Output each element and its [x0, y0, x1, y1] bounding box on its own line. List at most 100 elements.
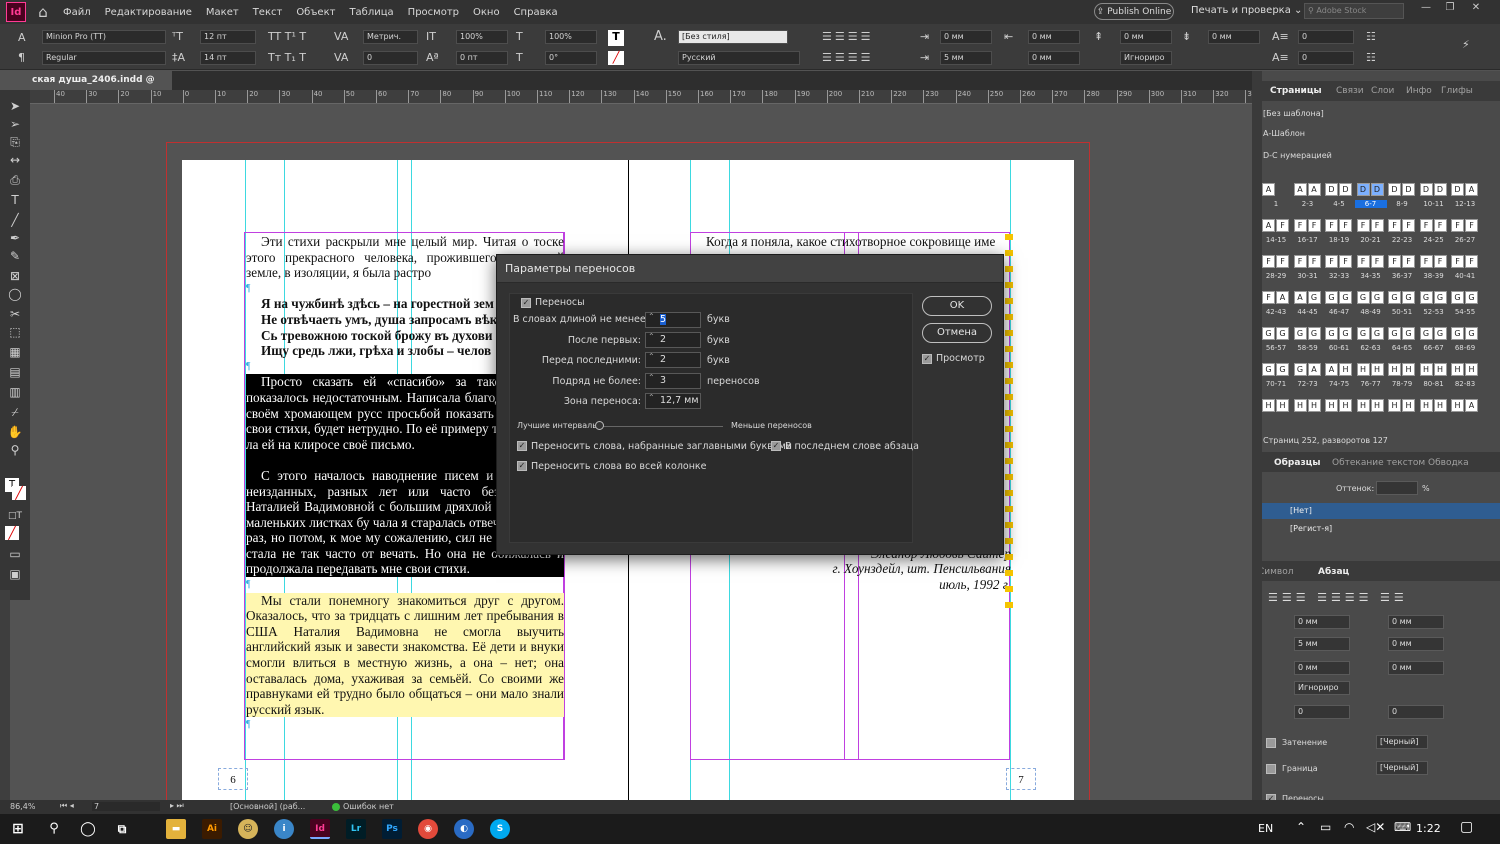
page-thumb-right[interactable]: F [1307, 255, 1321, 268]
hyphenate-checkbox[interactable]: ✓ [521, 298, 531, 308]
paragraph-mode-icon[interactable]: ¶ [18, 51, 25, 65]
preflight-status[interactable]: Ошибок нет [343, 802, 394, 811]
page-thumb-left[interactable]: F [1388, 219, 1401, 232]
page-number-7[interactable]: 7 [1006, 768, 1036, 790]
pen-tool-icon[interactable]: ✒ [5, 230, 25, 246]
page-thumb-right[interactable]: F [1339, 255, 1352, 268]
page-thumb-left[interactable]: F [1419, 219, 1433, 232]
page-thumb-left[interactable]: A [1262, 183, 1275, 196]
page-thumb-right[interactable]: H [1339, 399, 1352, 412]
caps-checkbox[interactable]: ✓ [517, 441, 527, 451]
tab-layers[interactable]: Слои [1371, 86, 1394, 96]
last-indent-field[interactable]: 0 мм [1028, 51, 1080, 65]
scissors-tool-icon[interactable]: ✂ [5, 306, 25, 322]
app-icon[interactable]: ☺ [238, 819, 258, 839]
page-thumb-right[interactable]: D [1370, 183, 1384, 196]
page-thumb-right[interactable]: F [1276, 255, 1289, 268]
zoom-level[interactable]: 86,4% [10, 802, 35, 811]
paragraph-align-icon[interactable]: ☰☰☰ ☰☰☰☰ ☰☰ [1268, 591, 1408, 604]
page-thumb-right[interactable]: H [1402, 363, 1415, 376]
wifi-icon[interactable]: ◠ [1344, 820, 1354, 834]
page-thumb-left[interactable]: H [1388, 363, 1401, 376]
after-first-field[interactable]: 2 [645, 330, 701, 348]
page-thumb-right[interactable]: G [1276, 363, 1289, 376]
page-thumb-right[interactable]: D [1433, 183, 1447, 196]
page-thumb-right[interactable]: F [1370, 219, 1384, 232]
page-thumb-left[interactable]: H [1388, 399, 1401, 412]
page-number-field[interactable]: 7 [92, 802, 160, 811]
tab-character[interactable]: Символ [1258, 567, 1294, 577]
color-theme-tool-icon[interactable]: ▥ [5, 384, 25, 400]
page-thumb-right[interactable]: A [1465, 399, 1478, 412]
page-thumb-right[interactable]: F [1276, 219, 1289, 232]
tab-swatches[interactable]: Образцы [1274, 458, 1321, 468]
p-right-indent[interactable]: 0 мм [1388, 615, 1444, 629]
page-thumb-left[interactable]: H [1419, 363, 1433, 376]
line-tool-icon[interactable]: ╱ [5, 212, 25, 228]
windows-start-icon[interactable]: ⊞ [8, 819, 28, 839]
indesign-taskbar-icon[interactable]: Id [310, 819, 330, 839]
base-profile[interactable]: [Основной] (раб... [230, 802, 305, 811]
keyboard-icon[interactable]: ⌨ [1394, 820, 1411, 834]
page-thumb-left[interactable]: F [1325, 255, 1338, 268]
page-thumb-left[interactable]: A [1293, 291, 1307, 304]
page-thumb-right[interactable]: F [1339, 219, 1352, 232]
page-thumb-left[interactable]: D [1419, 183, 1433, 196]
first-indent-field[interactable]: 5 мм [940, 51, 992, 65]
page-thumb-right[interactable]: G [1276, 327, 1289, 340]
page-thumb-left[interactable]: G [1262, 363, 1275, 376]
last-word-checkbox[interactable]: ✓ [771, 441, 781, 451]
menu-file[interactable]: Файл [56, 7, 98, 18]
page-thumb-left[interactable]: F [1451, 219, 1464, 232]
font-family-field[interactable]: Minion Pro (TT) [42, 30, 166, 44]
page-thumb-right[interactable]: G [1370, 291, 1384, 304]
page-thumb-left[interactable]: F [1293, 219, 1307, 232]
grid-align-field[interactable]: Игнориро [1120, 51, 1172, 65]
screen-mode-icon[interactable]: ▭ [5, 546, 25, 562]
page-thumb-right[interactable]: H [1465, 363, 1478, 376]
shading-color[interactable]: [Черный] [1376, 735, 1428, 749]
page-thumb-left[interactable]: G [1451, 327, 1464, 340]
skype-icon[interactable]: S [490, 819, 510, 839]
tab-paragraph[interactable]: Абзац [1318, 567, 1349, 577]
menu-type[interactable]: Текст [246, 7, 290, 18]
all-caps-icon[interactable]: TT T¹ T [268, 30, 306, 44]
tab-links[interactable]: Связи [1336, 86, 1364, 96]
page-thumb-right[interactable]: G [1307, 327, 1321, 340]
hand-tool-icon[interactable]: ✋ [5, 424, 25, 440]
font-style-field[interactable]: Regular [42, 51, 166, 65]
tab-text-wrap[interactable]: Обтекание текстом [1332, 458, 1425, 468]
page-thumb-right[interactable]: F [1465, 219, 1478, 232]
note-tool-icon[interactable]: ▤ [5, 364, 25, 380]
page-thumb-right[interactable]: F [1433, 219, 1447, 232]
page-thumb-left[interactable]: G [1293, 327, 1307, 340]
page-thumb-left[interactable]: F [1293, 255, 1307, 268]
document-tab[interactable]: ская душа_2406.indd @ 86% ✕ [0, 71, 172, 104]
ok-button[interactable]: OK [922, 296, 992, 316]
page-thumb-right[interactable]: F [1370, 255, 1384, 268]
home-icon[interactable]: ⌂ [30, 2, 56, 22]
selection-tool-icon[interactable]: ➤ [5, 98, 25, 114]
cancel-button[interactable]: Отмена [922, 323, 992, 343]
volume-icon[interactable]: ◁✕ [1366, 820, 1385, 834]
first-page-icon[interactable]: ⏮ ◂ [60, 801, 74, 811]
space-before-field[interactable]: 0 мм [1120, 30, 1172, 44]
page-thumb-left[interactable]: H [1419, 399, 1433, 412]
search-icon[interactable]: ⚲ [44, 819, 64, 839]
tab-pages[interactable]: Страницы [1270, 86, 1322, 96]
minimize-icon[interactable]: — [1416, 2, 1436, 18]
language-indicator[interactable]: EN [1258, 822, 1273, 835]
page-thumb-right[interactable]: G [1402, 291, 1415, 304]
page-thumb-left[interactable]: D [1356, 183, 1370, 196]
p-space-after[interactable]: 0 мм [1388, 661, 1444, 675]
page-thumb-left[interactable]: G [1419, 327, 1433, 340]
menu-edit[interactable]: Редактирование [98, 7, 199, 18]
page-thumb-left[interactable]: G [1293, 363, 1307, 376]
page-thumb-left[interactable]: F [1262, 291, 1275, 304]
limit-field[interactable]: 3 [645, 371, 701, 389]
formatting-text-icon[interactable]: □T [5, 508, 25, 524]
page-thumb-right[interactable]: G [1339, 327, 1352, 340]
page-thumb-left[interactable]: G [1451, 291, 1464, 304]
page-thumb-left[interactable]: G [1325, 291, 1338, 304]
eyedropper-tool-icon[interactable]: ⌿ [5, 404, 25, 420]
